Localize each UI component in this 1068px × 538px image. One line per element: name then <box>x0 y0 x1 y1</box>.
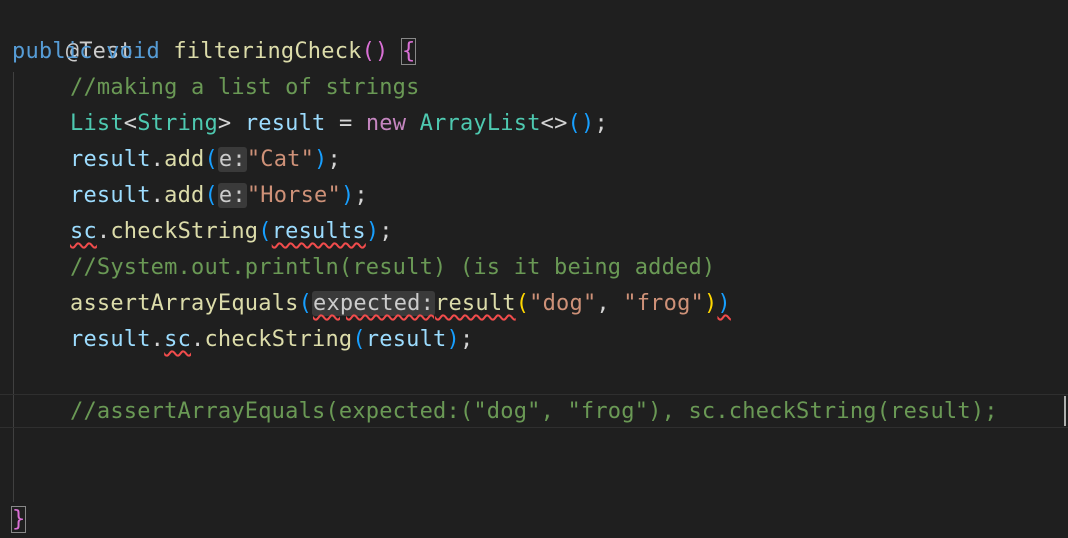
paren-close: ) <box>446 327 460 352</box>
paren-open: ( <box>204 147 218 172</box>
generic-close: > <box>217 111 232 136</box>
object-sc-error: sc <box>70 219 97 244</box>
paren-open: ( <box>204 183 218 208</box>
paren-open: ( <box>258 219 272 244</box>
type-list: List <box>70 111 124 136</box>
type-arraylist: ArrayList <box>419 111 541 136</box>
parameter-hint: e: <box>217 183 247 208</box>
semicolon: ; <box>327 147 341 172</box>
string-literal: "Horse" <box>246 183 341 208</box>
close-brace: } <box>10 506 27 533</box>
paren-open: ( <box>298 291 313 316</box>
code-line-3[interactable]: //making a list of strings <box>0 70 420 106</box>
keyword-new: new <box>365 111 407 136</box>
code-line-8[interactable]: //System.out.println(result) (is it bein… <box>0 250 715 286</box>
assign: = <box>338 111 353 136</box>
code-line-13[interactable] <box>0 430 70 466</box>
method-add: add <box>164 183 205 208</box>
code-line-2[interactable]: public void filteringCheck() { <box>0 34 417 70</box>
code-line-15[interactable]: } <box>0 502 27 538</box>
dot: . <box>150 147 165 172</box>
semicolon: ; <box>379 219 393 244</box>
field-sc-error: sc <box>164 327 192 352</box>
keyword-public: public <box>12 39 93 64</box>
constructor-parens: () <box>567 111 595 136</box>
semicolon: ; <box>354 183 368 208</box>
paren-close-inner: ) <box>703 291 718 316</box>
code-line-1[interactable]: @Test <box>0 0 133 64</box>
string-frog: "frog" <box>623 291 704 316</box>
dot: . <box>150 183 165 208</box>
error-span: expected:result <box>312 291 516 316</box>
code-line-14[interactable] <box>0 466 70 502</box>
code-line-4[interactable]: List<String> result = new ArrayList<>(); <box>0 106 608 142</box>
code-line-5[interactable]: result.add(e:"Cat"); <box>0 142 341 178</box>
keyword-void: void <box>106 39 160 64</box>
code-line-9[interactable]: assertArrayEquals(expected:result("dog",… <box>0 286 731 322</box>
object-result: result <box>70 147 151 172</box>
method-parens: () <box>361 39 389 64</box>
code-line-11[interactable] <box>0 358 70 394</box>
method-name: filteringCheck <box>173 39 362 64</box>
diamond: <> <box>540 111 568 136</box>
comma: , <box>596 291 624 316</box>
paren-close: ) <box>365 219 380 244</box>
type-string: String <box>137 111 218 136</box>
object-result: result <box>70 183 151 208</box>
paren-close-error: ) <box>717 291 731 316</box>
semicolon: ; <box>594 111 608 136</box>
code-line-7[interactable]: sc.checkString(results); <box>0 214 393 250</box>
method-assertarrayequals: assertArrayEquals <box>70 291 299 316</box>
parameter-hint: expected: <box>312 291 436 316</box>
string-literal: "Cat" <box>246 147 315 172</box>
method-checkstring: checkString <box>204 327 353 352</box>
paren-open-inner: ( <box>515 291 530 316</box>
paren-close: ) <box>314 147 328 172</box>
paren-close: ) <box>340 183 355 208</box>
comment: //assertArrayEquals(expected:("dog", "fr… <box>70 399 998 424</box>
text-cursor <box>1064 396 1066 426</box>
parameter-hint: e: <box>217 147 247 172</box>
dot: . <box>150 327 165 352</box>
code-line-10[interactable]: result.sc.checkString(result); <box>0 322 473 358</box>
paren-open: ( <box>352 327 366 352</box>
object-result: result <box>70 327 151 352</box>
argument-result: result <box>365 327 447 352</box>
code-line-12[interactable]: //assertArrayEquals(expected:("dog", "fr… <box>0 394 998 430</box>
method-checkstring: checkString <box>110 219 259 244</box>
argument-results-error: results <box>271 219 366 244</box>
comment: //making a list of strings <box>70 75 420 100</box>
code-line-6[interactable]: result.add(e:"Horse"); <box>0 178 368 214</box>
code-editor[interactable]: @Test public void filteringCheck() { //m… <box>0 0 1068 538</box>
variable-result: result <box>244 111 326 136</box>
semicolon: ; <box>459 327 474 352</box>
comment: //System.out.println(result) (is it bein… <box>70 255 716 280</box>
dot: . <box>96 219 111 244</box>
string-dog: "dog" <box>529 291 597 316</box>
call-result: result <box>435 291 516 316</box>
generic-open: < <box>123 111 138 136</box>
open-brace: { <box>400 38 417 65</box>
method-add: add <box>164 147 205 172</box>
dot: . <box>191 327 205 352</box>
